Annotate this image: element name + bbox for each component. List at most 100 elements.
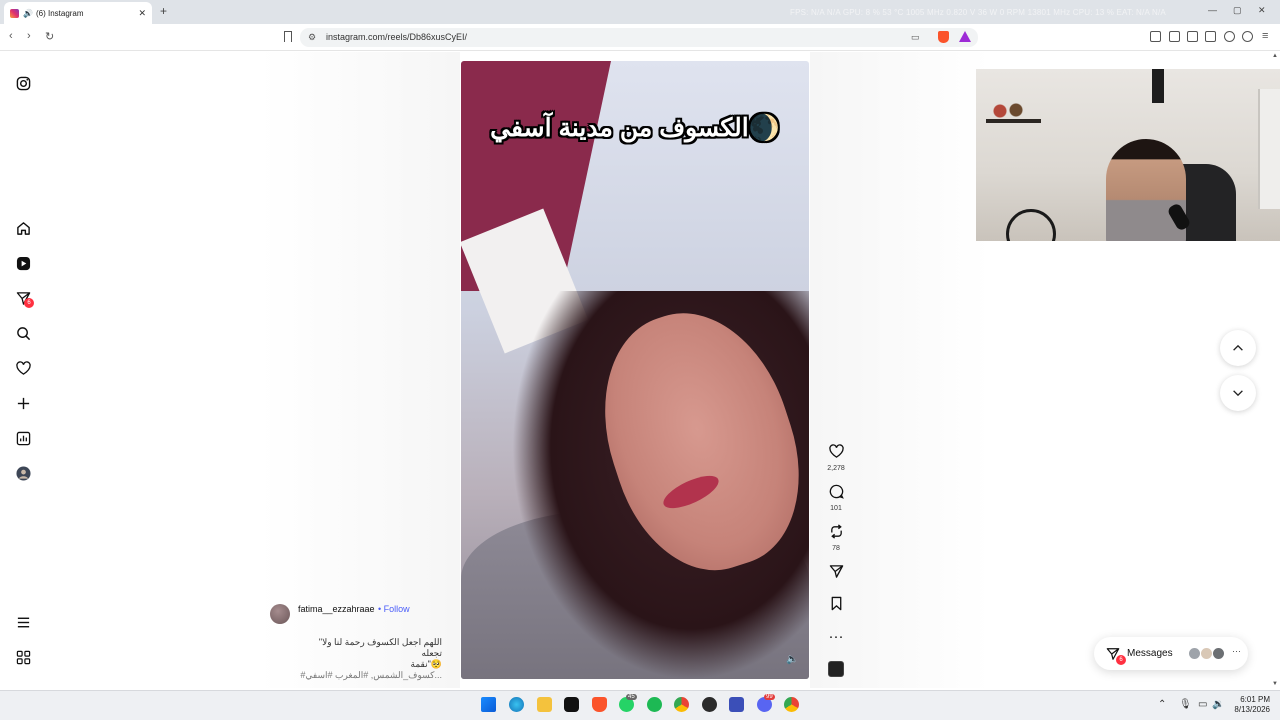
discord-unread-count: 99 <box>764 694 775 700</box>
new-tab-button[interactable]: + <box>160 4 167 18</box>
more-dots-icon[interactable]: ··· <box>829 628 844 645</box>
comment-action[interactable]: 101 <box>820 484 852 512</box>
scroll-up-arrow[interactable]: ▲ <box>1272 53 1278 59</box>
microphone-icon[interactable]: 🎙 <box>1179 699 1192 710</box>
clock-time: 6:01 PM <box>1240 695 1270 704</box>
performance-overlay-text: FPS: N/A N/A GPU: 8 % 53 °C 1005 MHz 0.8… <box>790 8 1166 17</box>
site-settings-icon[interactable]: ⚙ <box>308 32 316 43</box>
browser-menu-icon[interactable]: ≡ <box>1262 30 1268 42</box>
video-text-overlay: الكسوف من مدينة آسفي🌒 <box>490 114 780 142</box>
chrome-icon[interactable] <box>674 697 689 712</box>
save-bookmark-icon[interactable] <box>829 596 844 611</box>
forward-button[interactable]: › <box>27 30 31 42</box>
reel-backdrop-left <box>260 52 460 688</box>
volume-icon[interactable]: 🔉 <box>1212 699 1224 710</box>
reel-video[interactable]: الكسوف من مدينة آسفي🌒 🔈 <box>461 61 809 679</box>
comment-icon[interactable] <box>829 484 844 499</box>
heart-icon[interactable] <box>828 444 844 459</box>
webcam-fan-shape <box>1006 209 1056 241</box>
tray-overflow-chevron-icon[interactable]: ⌃ <box>1158 699 1166 710</box>
save-action[interactable] <box>820 596 852 616</box>
reload-button[interactable]: ↻ <box>45 30 54 43</box>
extensions-icon[interactable] <box>1150 31 1161 42</box>
profile-avatar[interactable] <box>15 465 31 481</box>
edge-icon[interactable] <box>509 697 524 712</box>
caption-line-2: نقمة"🥺 <box>410 659 443 669</box>
tab-close-icon[interactable]: ✕ <box>138 8 146 19</box>
search-icon[interactable] <box>15 325 31 341</box>
like-count: 2,278 <box>827 465 845 472</box>
create-plus-icon[interactable] <box>15 395 31 411</box>
original-audio-icon[interactable] <box>828 661 844 677</box>
tab-audio-icon[interactable]: 🔊 <box>23 9 33 18</box>
insights-icon[interactable] <box>15 430 31 446</box>
messages-panel-button[interactable]: 6 Messages ··· <box>1094 637 1248 670</box>
chrome-profile-icon[interactable] <box>784 697 799 712</box>
share-icon[interactable] <box>829 564 844 579</box>
like-action[interactable]: 2,278 <box>820 444 852 472</box>
media-icon[interactable] <box>1169 31 1180 42</box>
cast-icon[interactable]: ▭ <box>911 32 920 43</box>
mute-toggle-icon[interactable]: 🔈 <box>786 654 798 665</box>
repost-icon[interactable] <box>829 524 844 539</box>
spotify-icon[interactable] <box>647 697 662 712</box>
author-avatar[interactable] <box>270 604 290 624</box>
minimize-button[interactable]: — <box>1208 5 1217 15</box>
windows-start-icon[interactable] <box>481 697 496 712</box>
leo-ai-icon[interactable] <box>1224 31 1235 42</box>
tiktok-icon[interactable] <box>564 697 579 712</box>
tab-title: (6) Instagram <box>35 8 84 18</box>
notifications-heart-icon[interactable] <box>15 360 31 376</box>
caption-line-1: "اللهم اجعل الكسوف رحمة لنا ولا تجعله <box>318 637 442 658</box>
follow-button[interactable]: • Follow <box>378 604 410 614</box>
url-text[interactable]: instagram.com/reels/Db86xusCyEI/ <box>326 32 467 42</box>
next-reel-button[interactable] <box>1220 375 1256 411</box>
vpn-icon[interactable] <box>1242 31 1253 42</box>
meta-apps-icon[interactable] <box>15 649 31 665</box>
more-menu-icon[interactable] <box>15 614 31 630</box>
caption-hashtags: #كسوف_الشمس, #المغرب #اسفي... <box>300 670 442 680</box>
reel-caption[interactable]: "اللهم اجعل الكسوف رحمة لنا ولا تجعله نق… <box>296 637 442 681</box>
repost-count: 78 <box>832 545 840 552</box>
repost-action[interactable]: 78 <box>820 524 852 552</box>
instagram-favicon-icon <box>10 8 19 18</box>
reel-backdrop-right <box>810 52 990 688</box>
messages-count-badge: 6 <box>1116 655 1126 665</box>
brave-rewards-icon[interactable] <box>959 31 971 42</box>
chevron-up-icon <box>1233 344 1243 351</box>
system-clock[interactable]: 6:01 PM 8/13/2026 <box>1226 695 1270 715</box>
instagram-icon[interactable] <box>15 75 31 91</box>
reels-icon[interactable] <box>15 255 31 271</box>
home-icon[interactable] <box>15 220 31 236</box>
instagram-sidebar: 6 <box>0 52 46 690</box>
previous-reel-button[interactable] <box>1220 330 1256 366</box>
author-username[interactable]: fatima__ezzahraae <box>298 604 375 614</box>
bookmark-icon[interactable] <box>284 31 292 42</box>
browser-tab[interactable]: 🔊 (6) Instagram ✕ <box>4 2 152 24</box>
brave-taskbar-icon[interactable] <box>592 697 607 712</box>
network-icon[interactable]: ▭ <box>1198 699 1207 710</box>
windows-taskbar <box>0 690 1280 720</box>
sidebar-toggle-icon[interactable] <box>1187 31 1198 42</box>
messages-more-icon: ··· <box>1232 646 1241 656</box>
whatsapp-unread-count: 45 <box>626 694 637 700</box>
conversation-avatar <box>1212 647 1225 660</box>
back-button[interactable]: ‹ <box>9 30 13 42</box>
webcam-shelf-shape <box>986 119 1041 123</box>
maximize-button[interactable]: ▢ <box>1233 5 1242 16</box>
webcam-figures-shape <box>988 99 1028 119</box>
messages-badge: 6 <box>24 298 34 308</box>
visual-studio-icon[interactable] <box>729 697 744 712</box>
clock-date: 8/13/2026 <box>1234 705 1270 714</box>
file-explorer-icon[interactable] <box>537 697 552 712</box>
comment-count: 101 <box>830 505 842 512</box>
brave-shields-icon[interactable] <box>938 31 949 43</box>
more-options-action[interactable]: ··· <box>820 628 852 646</box>
wallet-icon[interactable] <box>1205 31 1216 42</box>
obs-icon[interactable] <box>702 697 717 712</box>
messages-label: Messages <box>1127 648 1173 659</box>
webcam-speaker-shape <box>1152 69 1164 103</box>
scroll-down-arrow[interactable]: ▼ <box>1272 681 1278 687</box>
share-action[interactable] <box>820 564 852 584</box>
window-close-button[interactable]: ✕ <box>1258 5 1266 16</box>
